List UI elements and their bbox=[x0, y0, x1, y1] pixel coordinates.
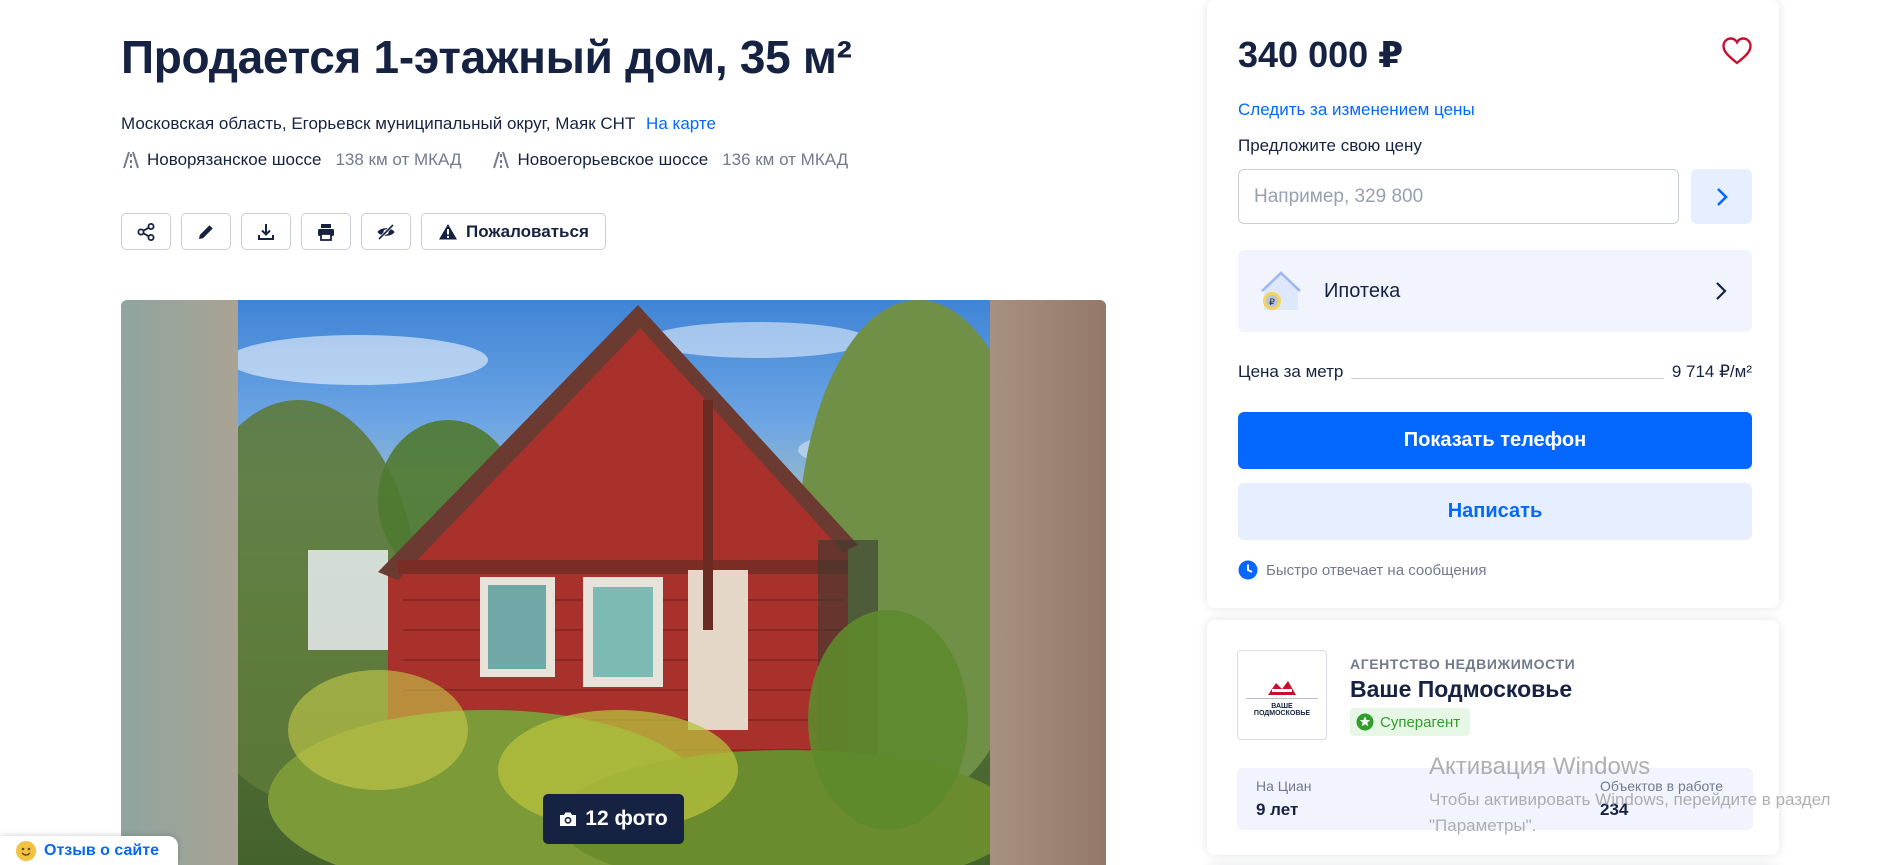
agency-card: ВАШЕ ПОДМОСКОВЬЕ АГЕНТСТВО НЕДВИЖИМОСТИ … bbox=[1207, 620, 1779, 855]
report-button[interactable]: Пожаловаться bbox=[421, 213, 606, 250]
agency-logo[interactable]: ВАШЕ ПОДМОСКОВЬЕ bbox=[1237, 650, 1327, 740]
svg-text:₽: ₽ bbox=[1269, 297, 1275, 307]
share-button[interactable] bbox=[121, 213, 171, 250]
photo-count-button[interactable]: 12 фото bbox=[543, 794, 684, 844]
agency-stats: На Циан 9 лет Объектов в работе 234 bbox=[1237, 768, 1753, 830]
price-card: 340 000 ₽ Следить за изменением цены Пре… bbox=[1207, 0, 1779, 608]
hide-button[interactable] bbox=[361, 213, 411, 250]
feedback-label: Отзыв о сайте bbox=[44, 841, 159, 859]
smile-icon bbox=[16, 840, 36, 861]
agency-type: АГЕНТСТВО НЕДВИЖИМОСТИ bbox=[1350, 656, 1576, 672]
follow-price-link[interactable]: Следить за изменением цены bbox=[1238, 100, 1475, 120]
highway-distance: 138 км от МКАД bbox=[335, 150, 462, 169]
agency-name[interactable]: Ваше Подмосковье bbox=[1350, 676, 1572, 703]
price-per-meter-value: 9 714 ₽/м² bbox=[1671, 362, 1752, 381]
offer-price-input[interactable] bbox=[1238, 169, 1679, 224]
agency-logo-text: ВАШЕ ПОДМОСКОВЬЕ bbox=[1253, 703, 1311, 717]
share-icon bbox=[137, 222, 155, 241]
stat-label: Объектов в работе bbox=[1600, 778, 1724, 794]
write-message-button[interactable]: Написать bbox=[1238, 483, 1752, 540]
hide-icon bbox=[377, 223, 395, 240]
price: 340 000 ₽ bbox=[1238, 34, 1404, 75]
chevron-right-icon bbox=[1716, 282, 1727, 300]
stat-value: 234 bbox=[1600, 800, 1629, 819]
price-per-meter-row: Цена за метр 9 714 ₽/м² bbox=[1238, 362, 1752, 382]
superagent-label: Суперагент bbox=[1380, 713, 1461, 731]
page-title: Продается 1-этажный дом, 35 м² bbox=[121, 31, 852, 83]
fast-reply-note: Быстро отвечает на сообщения bbox=[1238, 560, 1486, 580]
superagent-badge: Суперагент bbox=[1350, 708, 1471, 736]
highway-name: Новорязанское шоссе bbox=[147, 150, 322, 169]
stat-value: 9 лет bbox=[1256, 800, 1299, 819]
stat-years: На Циан 9 лет bbox=[1256, 778, 1311, 820]
show-phone-button[interactable]: Показать телефон bbox=[1238, 412, 1752, 469]
road-icon bbox=[493, 151, 510, 169]
camera-icon bbox=[560, 812, 577, 826]
edit-icon bbox=[199, 224, 213, 239]
house-coin-icon: ₽ bbox=[1258, 268, 1304, 314]
highway-distance: 136 км от МКАД bbox=[722, 150, 849, 169]
chevron-right-icon bbox=[1716, 187, 1728, 206]
report-label: Пожаловаться bbox=[466, 221, 589, 241]
site-feedback-button[interactable]: Отзыв о сайте bbox=[0, 836, 178, 865]
heart-icon[interactable] bbox=[1721, 36, 1753, 66]
address: Московская область, Егорьевск муниципаль… bbox=[121, 114, 716, 134]
highways-list: Новорязанское шоссе 138 км от МКАД Новое… bbox=[121, 150, 848, 170]
leader-line bbox=[1351, 377, 1664, 379]
download-icon bbox=[258, 223, 274, 240]
photo-count-label: 12 фото bbox=[585, 807, 668, 830]
fast-reply-text: Быстро отвечает на сообщения bbox=[1266, 561, 1487, 579]
highway-item: Новорязанское шоссе 138 км от МКАД bbox=[121, 150, 461, 170]
actions-toolbar: Пожаловаться bbox=[121, 213, 606, 250]
print-button[interactable] bbox=[301, 213, 351, 250]
print-icon bbox=[318, 223, 334, 241]
road-icon bbox=[123, 151, 139, 169]
map-link[interactable]: На карте bbox=[646, 114, 716, 133]
address-text: Московская область, Егорьевск муниципаль… bbox=[121, 114, 636, 133]
main-photo[interactable] bbox=[238, 300, 990, 865]
warning-icon bbox=[439, 223, 457, 239]
stat-objects: Объектов в работе 234 bbox=[1600, 778, 1723, 820]
mortgage-row[interactable]: ₽ Ипотека bbox=[1238, 250, 1752, 332]
stat-label: На Циан bbox=[1256, 778, 1312, 794]
house-photo-image bbox=[238, 300, 990, 865]
edit-button[interactable] bbox=[181, 213, 231, 250]
highway-item: Новоегорьевское шоссе 136 км от МКАД bbox=[491, 150, 848, 170]
star-badge-icon bbox=[1356, 713, 1374, 731]
offer-submit-button[interactable] bbox=[1691, 169, 1752, 224]
price-per-meter-label: Цена за метр bbox=[1238, 362, 1344, 381]
photo-gallery[interactable] bbox=[121, 300, 1106, 865]
offer-price-label: Предложите свою цену bbox=[1238, 136, 1422, 155]
highway-name: Новоегорьевское шоссе bbox=[517, 150, 709, 169]
download-button[interactable] bbox=[241, 213, 291, 250]
mortgage-label: Ипотека bbox=[1324, 279, 1401, 302]
clock-icon bbox=[1238, 560, 1258, 580]
